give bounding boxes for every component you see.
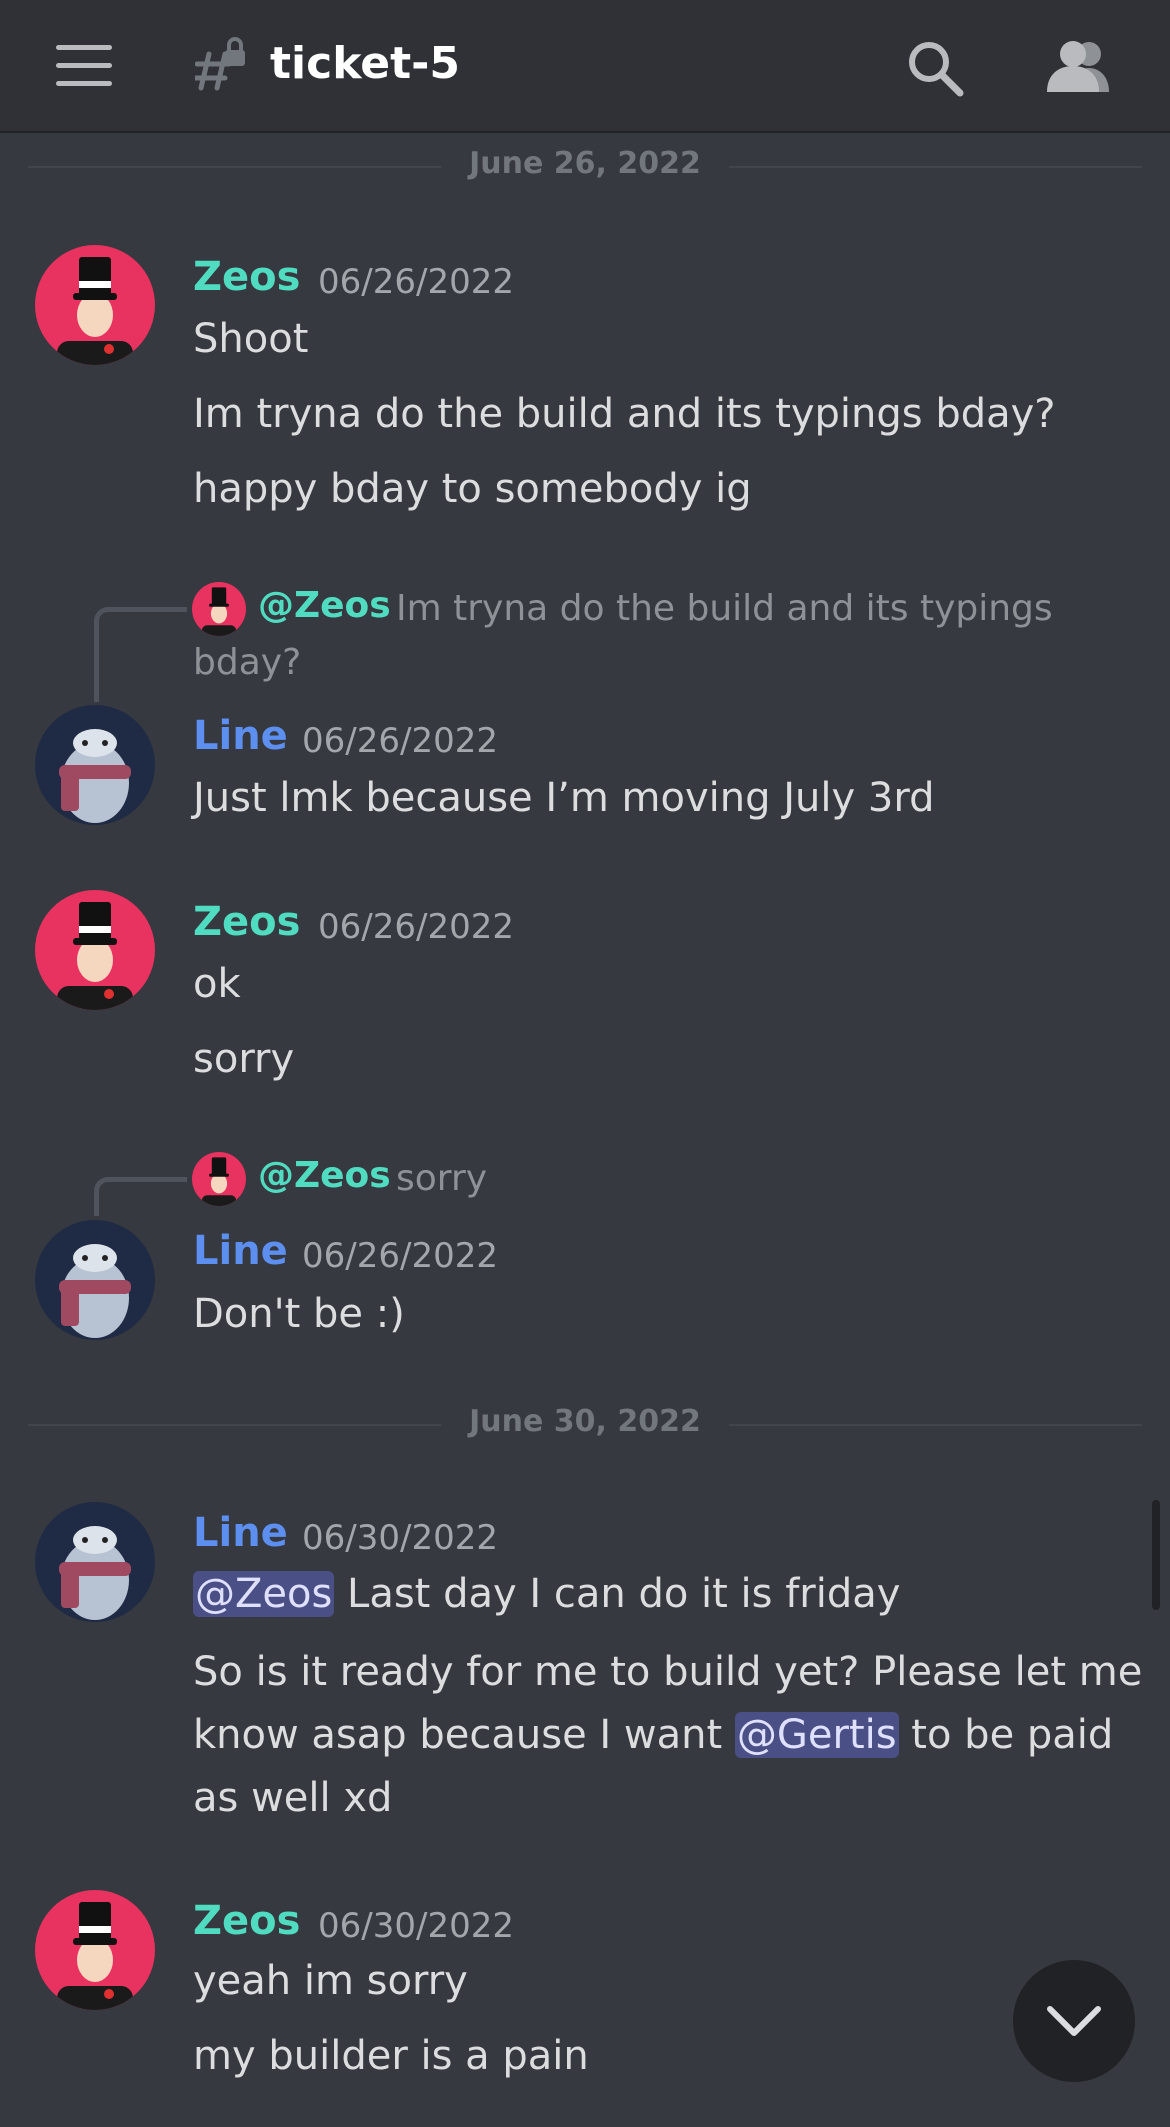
message-text: Im tryna do the build and its typings bd… bbox=[193, 391, 1056, 437]
message-text: ok bbox=[193, 961, 241, 1007]
user-mention[interactable]: @Gertis bbox=[734, 1712, 899, 1758]
reply-mention[interactable]: @Zeos bbox=[258, 1155, 391, 1196]
reply-mention[interactable]: @Zeos bbox=[258, 585, 391, 626]
reply-connector bbox=[94, 607, 187, 702]
avatar-zeos[interactable] bbox=[35, 1890, 155, 2010]
scrollbar[interactable] bbox=[1152, 1500, 1160, 1610]
author-name[interactable]: Zeos bbox=[193, 254, 300, 300]
avatar-line[interactable] bbox=[35, 705, 155, 825]
timestamp: 06/26/2022 bbox=[318, 907, 514, 947]
reply-preview-text-cont[interactable]: bday? bbox=[193, 636, 301, 690]
jump-to-present-button[interactable] bbox=[1013, 1960, 1135, 2082]
avatar-line[interactable] bbox=[35, 1220, 155, 1340]
channel-title: ticket-5 bbox=[270, 38, 461, 89]
message-text-part: Last day I can do it is friday bbox=[334, 1571, 901, 1617]
timestamp: 06/26/2022 bbox=[318, 262, 514, 302]
avatar-zeos[interactable] bbox=[35, 890, 155, 1010]
reply-connector bbox=[94, 1177, 187, 1216]
message-text: yeah im sorry bbox=[193, 1958, 468, 2004]
reply-avatar-zeos bbox=[192, 582, 246, 636]
menu-icon[interactable] bbox=[56, 45, 112, 87]
message-text: happy bday to somebody ig bbox=[193, 466, 752, 512]
timestamp: 06/26/2022 bbox=[302, 721, 498, 761]
author-name[interactable]: Line bbox=[193, 1228, 288, 1274]
date-divider-label: June 30, 2022 bbox=[441, 1404, 729, 1439]
reply-avatar-zeos bbox=[192, 1152, 246, 1206]
timestamp: 06/26/2022 bbox=[302, 1236, 498, 1276]
reply-preview-text[interactable]: Im tryna do the build and its typings bbox=[396, 582, 1053, 636]
author-name[interactable]: Zeos bbox=[193, 1898, 300, 1944]
timestamp: 06/30/2022 bbox=[318, 1906, 514, 1946]
channel-header: ticket-5 bbox=[0, 0, 1170, 133]
avatar-zeos[interactable] bbox=[35, 245, 155, 365]
message-text: Just lmk because I’m moving July 3rd bbox=[193, 775, 935, 821]
message-text: Shoot bbox=[193, 316, 309, 362]
message-text: sorry bbox=[193, 1036, 295, 1082]
locked-channel-icon bbox=[195, 37, 245, 91]
message-text: my builder is a pain bbox=[193, 2033, 589, 2079]
message-text: So is it ready for me to build yet? Plea… bbox=[193, 1641, 1143, 1830]
date-divider-label: June 26, 2022 bbox=[441, 146, 729, 181]
author-name[interactable]: Line bbox=[193, 713, 288, 759]
timestamp: 06/30/2022 bbox=[302, 1518, 498, 1558]
members-icon[interactable] bbox=[1045, 38, 1111, 94]
user-mention[interactable]: @Zeos bbox=[193, 1571, 335, 1617]
chevron-down-icon bbox=[1047, 2006, 1101, 2036]
search-icon[interactable] bbox=[905, 38, 965, 98]
author-name[interactable]: Line bbox=[193, 1510, 288, 1556]
avatar-line[interactable] bbox=[35, 1502, 155, 1622]
message-text: @Zeos Last day I can do it is friday bbox=[193, 1571, 900, 1617]
reply-preview-text[interactable]: sorry bbox=[396, 1152, 487, 1206]
message-text: Don't be :) bbox=[193, 1291, 405, 1337]
author-name[interactable]: Zeos bbox=[193, 899, 300, 945]
